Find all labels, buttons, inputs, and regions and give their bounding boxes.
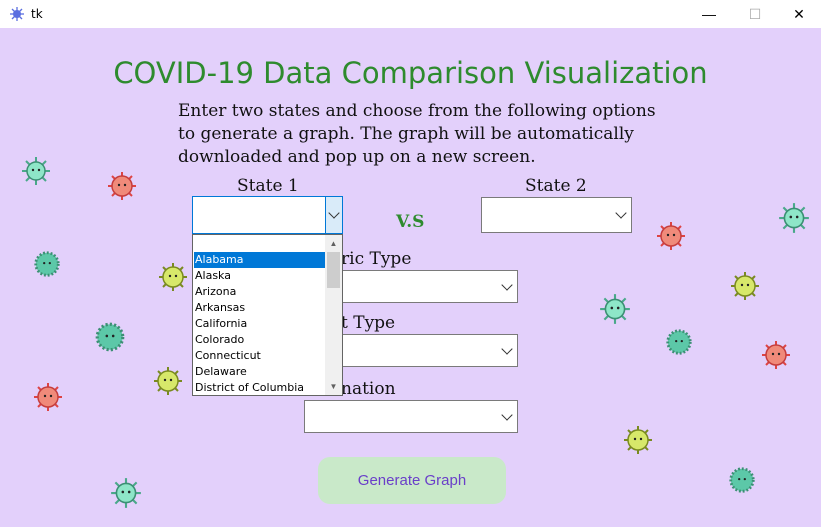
virus-icon	[34, 251, 60, 277]
virus-icon	[762, 341, 790, 369]
virus-icon	[108, 172, 136, 200]
vs-label: V.S	[396, 212, 425, 232]
virus-icon	[657, 222, 685, 250]
state2-label: State 2	[525, 176, 587, 196]
dropdown-option[interactable]: Colorado	[194, 332, 326, 348]
chart-type-label: t Type	[341, 313, 396, 333]
dropdown-option[interactable]: Alabama	[194, 252, 326, 268]
dropdown-option[interactable]: Alaska	[194, 268, 326, 284]
scroll-down-arrow-icon[interactable]: ▼	[325, 378, 342, 395]
virus-icon	[666, 329, 692, 355]
window-title: tk	[31, 7, 43, 21]
dropdown-option[interactable]: California	[194, 316, 326, 332]
dropdown-option[interactable]: Connecticut	[194, 348, 326, 364]
virus-icon	[111, 478, 141, 508]
virus-icon	[34, 383, 62, 411]
virus-icon	[154, 367, 182, 395]
dropdown-option[interactable]: Delaware	[194, 364, 326, 380]
state1-combobox[interactable]	[192, 196, 343, 234]
close-button[interactable]: ✕	[776, 0, 821, 28]
scroll-thumb[interactable]	[327, 252, 340, 288]
chevron-down-icon	[615, 207, 627, 219]
intro-line: downloaded and pop up on a new screen.	[178, 147, 536, 167]
chevron-down-icon	[328, 207, 340, 219]
state2-combobox[interactable]	[481, 197, 632, 233]
destination-combobox[interactable]	[304, 400, 518, 433]
virus-icon	[779, 203, 809, 233]
state1-label: State 1	[237, 176, 299, 196]
scroll-up-arrow-icon[interactable]: ▲	[325, 235, 342, 252]
dropdown-scrollbar[interactable]: ▲ ▼	[325, 235, 342, 395]
intro-line: Enter two states and choose from the fol…	[178, 101, 656, 121]
page-title: COVID-19 Data Comparison Visualization	[113, 56, 708, 90]
feather-icon	[10, 7, 24, 21]
chevron-down-icon	[501, 408, 513, 421]
dropdown-option[interactable]: District of Columbia	[194, 380, 326, 395]
maximize-button[interactable]: ☐	[732, 0, 778, 28]
virus-icon	[729, 467, 755, 493]
virus-icon	[22, 157, 50, 185]
intro-text: Enter two states and choose from the fol…	[178, 100, 678, 169]
chevron-down-icon	[501, 278, 513, 291]
state1-dropdown-list[interactable]: Alabama Alaska Arizona Arkansas Californ…	[192, 234, 343, 396]
intro-line: to generate a graph. The graph will be a…	[178, 124, 634, 144]
metric-type-label: ric Type	[341, 249, 412, 269]
generate-graph-button[interactable]: Generate Graph	[318, 457, 506, 504]
virus-icon	[95, 322, 125, 352]
state1-dropdown-button[interactable]	[325, 197, 342, 233]
destination-label: nation	[341, 379, 396, 399]
virus-icon	[731, 272, 759, 300]
virus-icon	[600, 294, 630, 324]
dropdown-option[interactable]: Arizona	[194, 284, 326, 300]
dropdown-option[interactable]: Arkansas	[194, 300, 326, 316]
minimize-button[interactable]: —	[686, 0, 732, 28]
virus-icon	[159, 263, 187, 291]
virus-icon	[624, 426, 652, 454]
chevron-down-icon	[501, 342, 513, 355]
window-titlebar: tk — ☐ ✕	[0, 0, 821, 28]
